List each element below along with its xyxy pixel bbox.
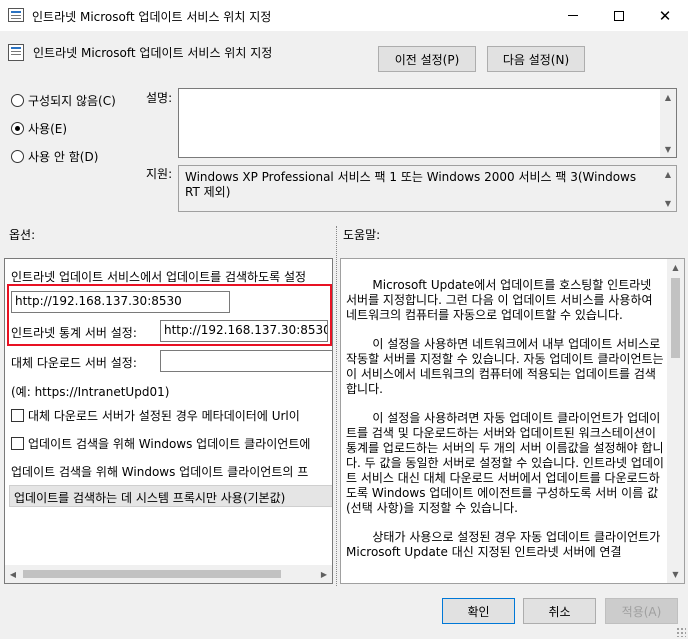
radio-disabled-label: 사용 안 함(D) bbox=[28, 150, 99, 164]
radio-not-configured-circle bbox=[11, 94, 24, 107]
alt-download-server-input[interactable] bbox=[160, 350, 332, 372]
scroll-down-icon: ▼ bbox=[664, 198, 672, 208]
close-button[interactable]: ✕ bbox=[642, 0, 688, 31]
radio-disabled-circle bbox=[11, 150, 24, 163]
apply-button[interactable]: 적용(A) bbox=[605, 598, 678, 624]
proxy-behavior-dropdown-value: 업데이트를 검색하는 데 시스템 프록시만 사용(기본값) bbox=[14, 491, 286, 505]
cancel-button[interactable]: 취소 bbox=[523, 598, 596, 624]
ok-button[interactable]: 확인 bbox=[442, 598, 515, 624]
windows-update-client-checkbox-label: 업데이트 검색을 위해 Windows 업데이트 클라이언트에 bbox=[28, 437, 311, 451]
resize-grip-icon[interactable] bbox=[676, 627, 686, 637]
scroll-up-icon: ▲ bbox=[664, 92, 672, 102]
help-scroll-thumb[interactable] bbox=[671, 278, 680, 358]
scroll-up-icon: ▲ bbox=[664, 169, 672, 179]
radio-not-configured-label: 구성되지 않음(C) bbox=[28, 94, 116, 108]
scroll-down-icon: ▼ bbox=[672, 570, 679, 579]
maximize-button[interactable] bbox=[596, 0, 642, 31]
policy-app-icon bbox=[8, 8, 24, 22]
help-paragraph-1: Microsoft Update에서 업데이트를 호스팅할 인트라넷 서버를 지… bbox=[346, 278, 653, 322]
help-panel: Microsoft Update에서 업데이트를 호스팅할 인트라넷 서버를 지… bbox=[340, 258, 685, 584]
next-setting-button[interactable]: 다음 설정(N) bbox=[487, 46, 585, 72]
options-label: 옵션: bbox=[9, 228, 36, 242]
alt-download-server-label: 대체 다운로드 서버 설정: bbox=[11, 356, 137, 370]
minimize-button[interactable] bbox=[550, 0, 596, 31]
help-paragraph-2: 이 설정을 사용하면 네트워크에서 내부 업데이트 서비스로 작동할 서버를 지… bbox=[346, 337, 664, 396]
example-text: (예: https://IntranetUpd01) bbox=[11, 385, 170, 399]
radio-enabled-circle bbox=[11, 122, 24, 135]
comment-scrollbar[interactable]: ▲ ▼ bbox=[660, 89, 676, 157]
options-hscrollbar[interactable]: ◀ ▶ bbox=[5, 565, 332, 583]
comment-field[interactable]: ▲ ▼ bbox=[178, 88, 677, 158]
metadata-url-checkbox-label: 대체 다운로드 서버가 설정된 경우 메타데이터에 Url이 bbox=[28, 409, 300, 423]
help-paragraph-4: 상태가 사용으로 설정된 경우 자동 업데이트 클라이언트가 Microsoft… bbox=[346, 530, 661, 559]
support-text: Windows XP Professional 서비스 팩 1 또는 Windo… bbox=[185, 170, 637, 199]
support-field: Windows XP Professional 서비스 팩 1 또는 Windo… bbox=[178, 165, 677, 212]
help-label: 도움말: bbox=[343, 228, 381, 242]
panel-divider bbox=[336, 226, 337, 586]
scroll-right-icon: ▶ bbox=[320, 569, 328, 579]
windows-update-client-checkbox[interactable]: 업데이트 검색을 위해 Windows 업데이트 클라이언트에 bbox=[11, 435, 332, 452]
proxy-behavior-dropdown[interactable]: 업데이트를 검색하는 데 시스템 프록시만 사용(기본값) bbox=[9, 485, 332, 507]
radio-not-configured[interactable]: 구성되지 않음(C) bbox=[11, 92, 116, 109]
maximize-icon bbox=[614, 10, 624, 21]
support-label: 지원: bbox=[146, 167, 173, 181]
scroll-up-icon: ▲ bbox=[672, 263, 679, 272]
help-scrollbar[interactable]: ▲ ▼ bbox=[667, 259, 684, 583]
title-bar: 인트라넷 Microsoft 업데이트 서비스 위치 지정 ✕ bbox=[0, 0, 688, 31]
highlight-box bbox=[7, 284, 332, 346]
close-icon: ✕ bbox=[658, 6, 672, 25]
radio-disabled[interactable]: 사용 안 함(D) bbox=[11, 148, 98, 165]
windows-update-client-checkbox-box bbox=[11, 437, 24, 450]
previous-setting-button[interactable]: 이전 설정(P) bbox=[378, 46, 476, 72]
scroll-down-icon: ▼ bbox=[664, 144, 672, 154]
metadata-url-checkbox-box bbox=[11, 409, 24, 422]
intranet-update-service-label: 인트라넷 업데이트 서비스에서 업데이트를 검색하도록 설정 bbox=[11, 270, 307, 284]
minimize-icon bbox=[568, 15, 578, 16]
proxy-behavior-label: 업데이트 검색을 위해 Windows 업데이트 클라이언트의 프 bbox=[11, 465, 309, 479]
header-policy-icon bbox=[8, 44, 24, 61]
options-hscroll-thumb[interactable] bbox=[23, 570, 281, 578]
policy-title: 인트라넷 Microsoft 업데이트 서비스 위치 지정 bbox=[33, 46, 273, 60]
help-paragraph-3: 이 설정을 사용하려면 자동 업데이트 클라이언트가 업데이트를 검색 및 다운… bbox=[346, 411, 664, 515]
comment-label: 설명: bbox=[146, 91, 173, 105]
help-text: Microsoft Update에서 업데이트를 호스팅할 인트라넷 서버를 지… bbox=[346, 278, 664, 574]
window-title: 인트라넷 Microsoft 업데이트 서비스 위치 지정 bbox=[32, 10, 272, 24]
scroll-left-icon: ◀ bbox=[9, 569, 17, 579]
metadata-url-checkbox[interactable]: 대체 다운로드 서버가 설정된 경우 메타데이터에 Url이 bbox=[11, 407, 332, 424]
radio-enabled[interactable]: 사용(E) bbox=[11, 120, 67, 137]
radio-enabled-label: 사용(E) bbox=[28, 122, 68, 136]
support-scrollbar[interactable]: ▲ ▼ bbox=[660, 166, 676, 211]
